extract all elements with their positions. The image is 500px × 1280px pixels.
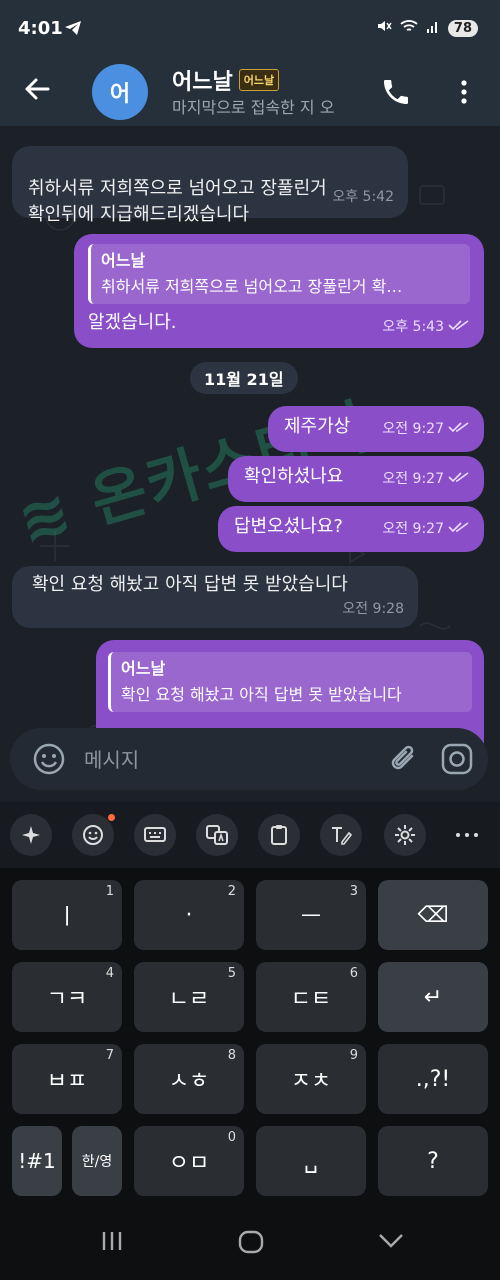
attach-icon[interactable] xyxy=(388,742,420,780)
message-input[interactable]: 메시지 xyxy=(84,744,139,773)
date-separator: 11월 21일 xyxy=(190,362,298,394)
double-check-icon xyxy=(448,466,470,492)
key-digeut[interactable]: ㄷㅌ 6 xyxy=(256,962,366,1032)
message-time: 오후 5:43 xyxy=(382,319,444,335)
reply-quote[interactable]: 어느날 확인 요청 해놨고 아직 답변 못 받았습니다 xyxy=(108,652,472,712)
message-incoming[interactable]: 확인 요청 해놨고 아직 답변 못 받았습니다 오전 9:28 xyxy=(12,566,418,628)
quote-author: 어느날 xyxy=(101,251,146,270)
message-outgoing[interactable]: 답변오셨나요? 오전 9:27 xyxy=(218,506,484,552)
home-icon[interactable] xyxy=(238,1230,264,1258)
message-incoming[interactable]: 취하서류 저희쪽으로 넘어오고 장풀린거 확인뒤에 지급해드리겠습니다 오후 5… xyxy=(12,146,408,225)
signal-icon xyxy=(426,19,440,37)
emoji-icon[interactable] xyxy=(32,742,66,780)
message-outgoing[interactable]: 제주가상 오전 9:27 xyxy=(268,406,484,452)
last-seen-status: 마지막으로 접속한 지 오 xyxy=(172,98,335,117)
chat-header: 어 어느날 어느날 마지막으로 접속한 지 오 xyxy=(0,56,500,126)
key-dot[interactable]: · 2 xyxy=(134,880,244,950)
symbols-key[interactable]: !#1 xyxy=(12,1126,62,1196)
message-outgoing[interactable]: 확인하셨나요 오전 9:27 xyxy=(228,456,484,502)
message-text: 확인 요청 해놨고 아직 답변 못 받았습니다 xyxy=(32,574,348,595)
key-punctuation[interactable]: .,?! xyxy=(378,1044,488,1114)
key-giyeok[interactable]: ㄱㅋ 4 xyxy=(12,962,122,1032)
avatar[interactable]: 어 xyxy=(92,64,148,120)
key-jieut[interactable]: ㅈㅊ 9 xyxy=(256,1044,366,1114)
more-icon[interactable] xyxy=(446,814,488,856)
emoji-icon[interactable] xyxy=(72,814,114,856)
translate-icon[interactable] xyxy=(196,814,238,856)
keyboard: ㅣ1 · 2 ㅡ3 ⌫ ㄱㅋ 4 ㄴㄹ 5 ㄷㅌ 6 ↵ ㅂㅍ 7 ㅅㅎ 8 ㅈㅊ 9 .,?… xyxy=(0,868,500,1200)
quote-author: 어느날 xyxy=(121,659,166,678)
space-key[interactable]: ␣ xyxy=(256,1126,366,1196)
language-toggle-key[interactable]: 한/영 xyxy=(72,1126,122,1196)
back-nav-icon[interactable] xyxy=(378,1232,404,1254)
message-text: 취하서류 저희쪽으로 넘어오고 장풀린거 확인뒤에 지급해드리겠습니다 xyxy=(28,178,327,225)
phone-icon[interactable] xyxy=(380,76,412,112)
message-composer: 메시지 xyxy=(10,728,488,790)
key-vowel-eu[interactable]: ㅡ3 xyxy=(256,880,366,950)
settings-icon[interactable] xyxy=(384,814,426,856)
camera-icon[interactable] xyxy=(440,742,474,780)
message-time: 오전 9:27 xyxy=(382,521,444,537)
key-nieun[interactable]: ㄴㄹ 5 xyxy=(134,962,244,1032)
mute-icon xyxy=(376,18,392,38)
message-text: 답변오셨나요? xyxy=(234,516,343,537)
handwriting-icon[interactable] xyxy=(320,814,362,856)
keyboard-toolbar xyxy=(0,802,500,868)
message-outgoing[interactable]: 어느날 취하서류 저희쪽으로 넘어오고 장풀린거 확… 알겠습니다. 오후 5:… xyxy=(74,234,484,348)
status-time: 4:01 xyxy=(18,18,63,39)
key-ieung[interactable]: ㅇㅁ 0 xyxy=(134,1126,244,1196)
name-badge: 어느날 xyxy=(238,69,280,91)
keyboard-icon[interactable] xyxy=(134,814,176,856)
double-check-icon xyxy=(448,314,470,340)
notification-dot xyxy=(108,814,115,821)
more-vert-icon[interactable] xyxy=(456,76,472,112)
ai-icon[interactable] xyxy=(10,814,52,856)
telegram-icon xyxy=(64,20,82,40)
quote-text: 확인 요청 해놨고 아직 답변 못 받았습니다 xyxy=(121,685,402,704)
contact-name: 어느날 xyxy=(172,70,233,95)
message-time: 오전 9:28 xyxy=(342,601,404,617)
message-time: 오전 9:27 xyxy=(382,471,444,487)
reply-quote[interactable]: 어느날 취하서류 저희쪽으로 넘어오고 장풀린거 확… xyxy=(88,244,470,304)
backspace-icon: ⌫ xyxy=(417,902,449,928)
chat-title[interactable]: 어느날 어느날 xyxy=(172,64,280,96)
enter-icon: ↵ xyxy=(423,984,443,1010)
message-time: 오전 9:27 xyxy=(382,421,444,437)
status-bar: 4:01 78 xyxy=(0,0,500,56)
back-arrow-icon[interactable] xyxy=(22,74,52,108)
clipboard-icon[interactable] xyxy=(258,814,300,856)
battery-badge: 78 xyxy=(447,19,478,37)
backspace-key[interactable]: ⌫ xyxy=(378,880,488,950)
wifi-icon xyxy=(400,19,418,37)
key-vowel-i[interactable]: ㅣ1 xyxy=(12,880,122,950)
key-siot[interactable]: ㅅㅎ 8 xyxy=(134,1044,244,1114)
key-question[interactable]: ? xyxy=(378,1126,488,1196)
double-check-icon xyxy=(448,516,470,542)
chat-area[interactable]: ≋ 온카스터디 취하서류 저희쪽으로 넘어오고 장풀린거 확인뒤에 지급해드리겠… xyxy=(0,126,500,802)
message-text: 제주가상 xyxy=(284,416,351,437)
enter-key[interactable]: ↵ xyxy=(378,962,488,1032)
double-check-icon xyxy=(448,416,470,442)
navigation-bar xyxy=(0,1200,500,1280)
message-text: 확인하셨나요 xyxy=(244,466,344,487)
recents-icon[interactable] xyxy=(100,1230,124,1256)
key-bieup[interactable]: ㅂㅍ 7 xyxy=(12,1044,122,1114)
message-time: 오후 5:42 xyxy=(332,189,394,205)
space-icon: ␣ xyxy=(304,1148,318,1174)
quote-text: 취하서류 저희쪽으로 넘어오고 장풀린거 확… xyxy=(101,277,403,296)
